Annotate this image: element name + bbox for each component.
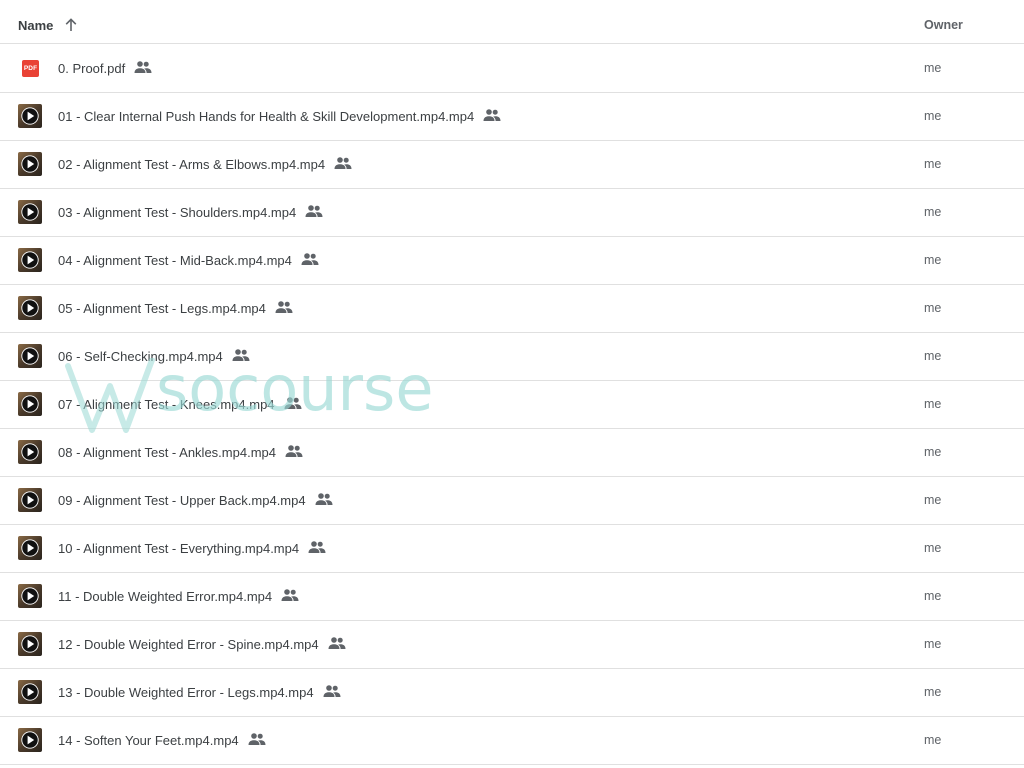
file-name-text: 06 - Self-Checking.mp4.mp4 <box>58 349 223 364</box>
file-owner: me <box>924 157 942 171</box>
video-play-icon <box>18 152 42 176</box>
name-column-header[interactable]: Name <box>18 17 79 33</box>
file-owner: me <box>924 733 942 747</box>
file-name[interactable]: 0. Proof.pdf <box>58 61 152 76</box>
video-play-icon <box>18 104 42 128</box>
file-name[interactable]: 04 - Alignment Test - Mid-Back.mp4.mp4 <box>58 253 319 268</box>
file-name-text: 08 - Alignment Test - Ankles.mp4.mp4 <box>58 445 276 460</box>
video-play-icon <box>18 392 42 416</box>
people-icon <box>285 445 303 457</box>
file-name-text: 03 - Alignment Test - Shoulders.mp4.mp4 <box>58 205 297 220</box>
file-name[interactable]: 13 - Double Weighted Error - Legs.mp4.mp… <box>58 685 341 700</box>
video-play-icon <box>18 632 42 656</box>
file-name-text: 0. Proof.pdf <box>58 61 126 76</box>
people-icon <box>134 61 152 73</box>
file-owner: me <box>924 61 942 75</box>
file-row[interactable]: 08 - Alignment Test - Ankles.mp4.mp4 me <box>0 429 1024 477</box>
file-owner: me <box>924 493 942 507</box>
video-play-icon <box>18 200 42 224</box>
file-name[interactable]: 05 - Alignment Test - Legs.mp4.mp4 <box>58 301 293 316</box>
file-row[interactable]: 11 - Double Weighted Error.mp4.mp4 me <box>0 573 1024 621</box>
file-name[interactable]: 11 - Double Weighted Error.mp4.mp4 <box>58 589 299 604</box>
video-play-icon <box>18 536 42 560</box>
file-row[interactable]: 13 - Double Weighted Error - Legs.mp4.mp… <box>0 669 1024 717</box>
people-icon <box>328 637 346 649</box>
file-owner: me <box>924 445 942 459</box>
people-icon <box>281 589 299 601</box>
file-row[interactable]: 07 - Alignment Test - Knees.mp4.mp4 me <box>0 381 1024 429</box>
file-name[interactable]: 09 - Alignment Test - Upper Back.mp4.mp4 <box>58 493 333 508</box>
file-owner: me <box>924 685 942 699</box>
file-owner: me <box>924 109 942 123</box>
file-row[interactable]: 02 - Alignment Test - Arms & Elbows.mp4.… <box>0 141 1024 189</box>
file-owner: me <box>924 589 942 603</box>
file-name[interactable]: 12 - Double Weighted Error - Spine.mp4.m… <box>58 637 346 652</box>
file-name-text: 07 - Alignment Test - Knees.mp4.mp4 <box>58 397 275 412</box>
file-name-text: 02 - Alignment Test - Arms & Elbows.mp4.… <box>58 157 326 172</box>
people-icon <box>483 109 501 121</box>
file-row[interactable]: PDF 0. Proof.pdf me <box>0 45 1024 93</box>
file-owner: me <box>924 253 942 267</box>
file-name-text: 04 - Alignment Test - Mid-Back.mp4.mp4 <box>58 253 292 268</box>
video-play-icon <box>18 440 42 464</box>
file-name[interactable]: 10 - Alignment Test - Everything.mp4.mp4 <box>58 541 326 556</box>
file-row[interactable]: 09 - Alignment Test - Upper Back.mp4.mp4… <box>0 477 1024 525</box>
file-owner: me <box>924 301 942 315</box>
arrow-up-icon[interactable] <box>63 17 79 33</box>
video-play-icon <box>18 344 42 368</box>
owner-column-header[interactable]: Owner <box>924 18 963 32</box>
people-icon <box>284 397 302 409</box>
video-play-icon <box>18 296 42 320</box>
pdf-icon: PDF <box>22 60 39 77</box>
people-icon <box>275 301 293 313</box>
file-rows: PDF 0. Proof.pdf me 01 - Clear Internal Pus… <box>0 45 1024 765</box>
file-name-text: 09 - Alignment Test - Upper Back.mp4.mp4 <box>58 493 306 508</box>
file-name[interactable]: 14 - Soften Your Feet.mp4.mp4 <box>58 733 266 748</box>
file-row[interactable]: 01 - Clear Internal Push Hands for Healt… <box>0 93 1024 141</box>
file-row[interactable]: 14 - Soften Your Feet.mp4.mp4 me <box>0 717 1024 765</box>
file-row[interactable]: 06 - Self-Checking.mp4.mp4 me <box>0 333 1024 381</box>
file-name-text: 12 - Double Weighted Error - Spine.mp4.m… <box>58 637 319 652</box>
file-name[interactable]: 01 - Clear Internal Push Hands for Healt… <box>58 109 501 124</box>
video-play-icon <box>18 488 42 512</box>
people-icon <box>305 205 323 217</box>
file-name[interactable]: 03 - Alignment Test - Shoulders.mp4.mp4 <box>58 205 323 220</box>
file-name[interactable]: 02 - Alignment Test - Arms & Elbows.mp4.… <box>58 157 352 172</box>
file-row[interactable]: 04 - Alignment Test - Mid-Back.mp4.mp4 me <box>0 237 1024 285</box>
file-row[interactable]: 10 - Alignment Test - Everything.mp4.mp4… <box>0 525 1024 573</box>
file-row[interactable]: 12 - Double Weighted Error - Spine.mp4.m… <box>0 621 1024 669</box>
people-icon <box>323 685 341 697</box>
file-owner: me <box>924 637 942 651</box>
people-icon <box>248 733 266 745</box>
video-play-icon <box>18 584 42 608</box>
file-name-text: 11 - Double Weighted Error.mp4.mp4 <box>58 589 273 604</box>
file-owner: me <box>924 541 942 555</box>
file-name[interactable]: 07 - Alignment Test - Knees.mp4.mp4 <box>58 397 302 412</box>
file-owner: me <box>924 397 942 411</box>
video-play-icon <box>18 728 42 752</box>
people-icon <box>301 253 319 265</box>
file-row[interactable]: 03 - Alignment Test - Shoulders.mp4.mp4 m… <box>0 189 1024 237</box>
file-name[interactable]: 08 - Alignment Test - Ankles.mp4.mp4 <box>58 445 303 460</box>
name-column-label: Name <box>18 17 54 33</box>
video-play-icon <box>18 248 42 272</box>
file-name[interactable]: 06 - Self-Checking.mp4.mp4 <box>58 349 250 364</box>
file-name-text: 10 - Alignment Test - Everything.mp4.mp4 <box>58 541 300 556</box>
video-play-icon <box>18 680 42 704</box>
file-list: Name Owner PDF 0. Proof.pdf me 01 - Clear I… <box>0 0 1024 768</box>
column-header: Name Owner <box>0 0 1024 44</box>
file-name-text: 13 - Double Weighted Error - Legs.mp4.mp… <box>58 685 314 700</box>
people-icon <box>334 157 352 169</box>
people-icon <box>308 541 326 553</box>
file-name-text: 05 - Alignment Test - Legs.mp4.mp4 <box>58 301 266 316</box>
file-owner: me <box>924 205 942 219</box>
people-icon <box>232 349 250 361</box>
file-row[interactable]: 05 - Alignment Test - Legs.mp4.mp4 me <box>0 285 1024 333</box>
people-icon <box>315 493 333 505</box>
file-name-text: 14 - Soften Your Feet.mp4.mp4 <box>58 733 239 748</box>
file-owner: me <box>924 349 942 363</box>
file-name-text: 01 - Clear Internal Push Hands for Healt… <box>58 109 475 124</box>
